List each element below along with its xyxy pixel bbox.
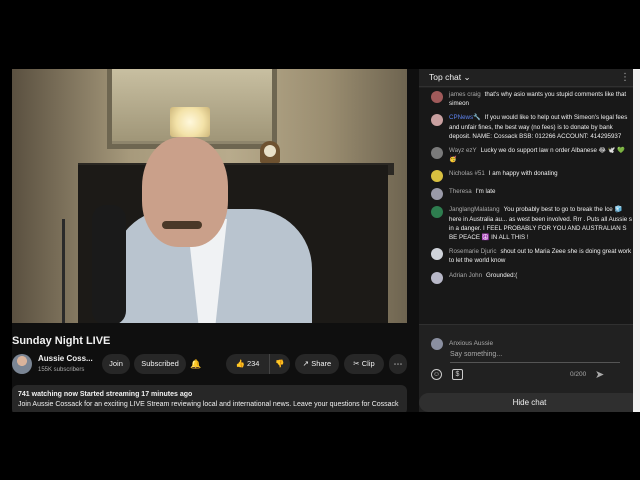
emoji-icon[interactable]: ☺: [431, 369, 442, 380]
chat-author[interactable]: Rosemarie Djuric: [449, 248, 496, 255]
chat-message[interactable]: Nicholas #51 I am happy with donating: [419, 167, 640, 185]
letterbox-screen: Sunday Night LIVE Aussie Coss... 155K su…: [0, 0, 640, 480]
hide-chat-button[interactable]: Hide chat: [419, 393, 640, 412]
right-edge-strip: [633, 69, 640, 412]
chat-message[interactable]: CPNews🔧 If you would like to help out wit…: [419, 111, 640, 144]
video-title: Sunday Night LIVE: [12, 335, 111, 347]
subscriber-count: 155K subscribers: [38, 367, 85, 373]
live-chat-panel: Top chat ⌄ ⋮ james craig that's why asio …: [419, 69, 640, 412]
thumbs-down-icon: 👎: [275, 359, 285, 368]
share-label: Share: [311, 359, 332, 368]
current-user-name: Anxious Aussie: [449, 340, 494, 347]
avatar[interactable]: [431, 271, 443, 284]
chat-menu-icon[interactable]: ⋮: [620, 72, 630, 83]
chat-author[interactable]: Adrian John: [449, 272, 482, 279]
avatar[interactable]: [431, 188, 443, 201]
char-counter: 0/200: [570, 371, 587, 378]
chat-author[interactable]: Wayz ezY: [449, 147, 477, 154]
chat-message-list[interactable]: james craig that's why asio wants you stu…: [419, 88, 640, 324]
chat-message[interactable]: james craig that's why asio wants you stu…: [419, 88, 640, 111]
avatar[interactable]: [431, 170, 443, 183]
avatar[interactable]: [431, 206, 443, 219]
avatar[interactable]: [431, 114, 443, 127]
chat-author[interactable]: CPNews🔧: [449, 114, 481, 121]
chat-message[interactable]: Adrian John Grounded:(: [419, 269, 640, 287]
chat-author[interactable]: JanglangMalatang: [449, 206, 500, 213]
like-button[interactable]: 👍 234: [226, 354, 270, 374]
stream-stats: 741 watching now Started streaming 17 mi…: [18, 391, 193, 398]
chat-author[interactable]: Nicholas #51: [449, 170, 485, 177]
share-button[interactable]: ↗ Share: [295, 354, 339, 374]
video-player[interactable]: [12, 69, 407, 323]
chat-author[interactable]: Theresa: [449, 188, 472, 195]
avatar[interactable]: [431, 147, 443, 160]
chat-text: I'm late: [475, 188, 496, 196]
chat-header: Top chat ⌄ ⋮: [419, 69, 640, 87]
clip-label: Clip: [361, 359, 375, 368]
chat-input-area: Anxious Aussie Say something... ☺ $ 0/20…: [419, 324, 640, 389]
chat-message[interactable]: Wayz ezY Lucky we do support law n order …: [419, 144, 640, 167]
youtube-live-page: Sunday Night LIVE Aussie Coss... 155K su…: [12, 69, 640, 412]
like-count: 234: [246, 359, 260, 368]
chat-message[interactable]: Theresa I'm late: [419, 185, 640, 203]
top-chat-dropdown[interactable]: Top chat ⌄: [429, 72, 471, 83]
join-button[interactable]: Join: [102, 354, 130, 374]
chat-message[interactable]: JanglangMalatang You probably best to go …: [419, 203, 640, 245]
microphone: [92, 205, 126, 323]
thumbs-up-icon: 👍: [235, 359, 245, 368]
avatar[interactable]: [431, 91, 443, 103]
chat-author[interactable]: james craig: [449, 91, 481, 98]
dislike-button[interactable]: 👎: [270, 354, 290, 374]
avatar[interactable]: [431, 248, 443, 261]
chat-message[interactable]: Rosemarie Djuric shout out to Maria Zeee …: [419, 245, 640, 268]
mantel-clock: [260, 141, 280, 163]
description-box[interactable]: 741 watching now Started streaming 17 mi…: [12, 385, 407, 412]
bell-icon[interactable]: 🔔: [186, 354, 206, 374]
chat-message-input[interactable]: Say something...: [450, 349, 620, 363]
channel-avatar[interactable]: [12, 354, 32, 374]
chat-text: Grounded:(: [486, 271, 518, 279]
super-chat-icon[interactable]: $: [452, 369, 463, 380]
send-icon[interactable]: ➤: [595, 368, 604, 381]
chevron-down-icon: ⌄: [463, 72, 471, 82]
like-dislike-group: 👍 234 👎: [226, 354, 290, 374]
more-actions-icon[interactable]: ⋯: [389, 354, 407, 374]
scissors-icon: ✂: [353, 359, 360, 368]
avatar: [431, 338, 443, 350]
channel-row: Aussie Coss... 155K subscribers Join Sub…: [12, 354, 407, 376]
channel-name[interactable]: Aussie Coss...: [38, 354, 93, 363]
chat-text: I am happy with donating: [488, 170, 558, 178]
share-icon: ↗: [302, 359, 310, 368]
subscribed-button[interactable]: Subscribed: [134, 354, 186, 374]
top-chat-label: Top chat: [429, 72, 462, 82]
clip-button[interactable]: ✂ Clip: [344, 354, 384, 374]
lamp: [170, 107, 210, 137]
description-text: Join Aussie Cossack for an exciting LIVE…: [18, 401, 399, 408]
